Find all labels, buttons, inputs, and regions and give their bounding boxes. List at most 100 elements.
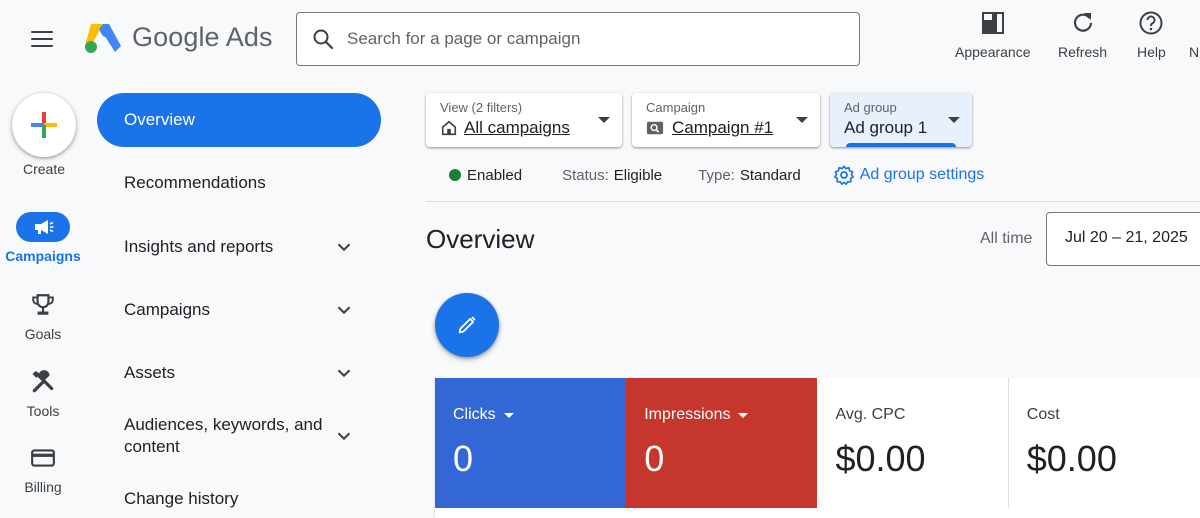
chevron-down-icon bbox=[337, 306, 351, 315]
rail-item-tools[interactable]: Tools bbox=[0, 367, 86, 419]
notifications-label: N bbox=[1189, 44, 1200, 60]
enabled-label: Enabled bbox=[467, 166, 523, 184]
metric-card-cost[interactable]: Cost $0.00 bbox=[1009, 378, 1200, 508]
sidebar-item-recommendations[interactable]: Recommendations bbox=[97, 172, 381, 194]
caret-down-icon[interactable] bbox=[503, 412, 514, 418]
status-label: Status: bbox=[562, 166, 609, 184]
type-value: Standard bbox=[739, 166, 801, 184]
metric-label: Avg. CPC bbox=[835, 406, 906, 423]
sidebar-item-overview[interactable]: Overview bbox=[97, 93, 381, 147]
rail-item-campaigns[interactable]: Campaigns bbox=[0, 212, 86, 264]
ad-group-filter-dropdown[interactable]: Ad group Ad group 1 bbox=[830, 93, 972, 147]
trophy-icon bbox=[32, 294, 54, 315]
sidebar-item-insights-and-reports[interactable]: Insights and reports bbox=[97, 235, 381, 259]
help-label: Help bbox=[1137, 44, 1166, 60]
type-label: Type: bbox=[698, 166, 735, 184]
date-range-picker[interactable]: Jul 20 – 21, 2025 bbox=[1046, 212, 1200, 266]
refresh-icon bbox=[1073, 13, 1092, 32]
menu-bar bbox=[31, 45, 53, 47]
sidebar-item-change-history[interactable]: Change history bbox=[97, 488, 381, 510]
enabled-status-dot bbox=[449, 169, 461, 181]
tools-icon bbox=[32, 370, 54, 393]
metric-card-clicks[interactable]: Clicks 0 bbox=[435, 378, 627, 508]
sidebar-item-label: Audiences, keywords, and content bbox=[124, 415, 323, 456]
sidebar-item-label: Change history bbox=[124, 489, 239, 508]
sidebar-item-label: Assets bbox=[124, 363, 176, 382]
rail-label-goals: Goals bbox=[24, 326, 62, 342]
sidebar-item-label: Recommendations bbox=[124, 173, 266, 192]
appearance-icon bbox=[981, 12, 1004, 34]
create-button[interactable] bbox=[12, 93, 76, 157]
date-range-label: All time bbox=[980, 230, 1033, 247]
campaign-filter-dropdown[interactable]: Campaign Campaign #1 bbox=[632, 93, 820, 147]
metric-value: $0.00 bbox=[835, 438, 926, 479]
rail-item-goals[interactable]: Goals bbox=[0, 290, 86, 342]
chevron-down-icon bbox=[337, 243, 351, 252]
appearance-label: Appearance bbox=[955, 44, 1031, 60]
sidebar-item-label: Insights and reports bbox=[124, 237, 274, 256]
ad-group-filter-caption: Ad group bbox=[844, 100, 897, 115]
metric-value: 0 bbox=[453, 438, 474, 479]
sidebar-item-assets[interactable]: Assets bbox=[97, 361, 381, 385]
caret-down-icon bbox=[948, 117, 960, 123]
rail-item-billing[interactable]: Billing bbox=[0, 443, 86, 495]
search-input[interactable] bbox=[347, 29, 827, 49]
caret-down-icon[interactable] bbox=[738, 412, 749, 418]
ad-group-settings-label: Ad group settings bbox=[859, 166, 985, 183]
help-button[interactable]: Help bbox=[1137, 10, 1166, 60]
pencil-icon bbox=[458, 316, 476, 334]
metric-card-avg-cpc[interactable]: Avg. CPC $0.00 bbox=[817, 378, 1009, 508]
view-filter-dropdown[interactable]: View (2 filters) All campaigns bbox=[426, 93, 622, 147]
ad-group-settings-link[interactable]: Ad group settings bbox=[833, 164, 985, 186]
main-menu-button[interactable] bbox=[28, 26, 56, 52]
rail-icon-container bbox=[16, 443, 70, 473]
search-box[interactable] bbox=[296, 12, 860, 66]
metric-label: Cost bbox=[1026, 406, 1060, 423]
selected-indicator bbox=[846, 143, 956, 147]
metrics-scorecards: Clicks 0 Impressions 0 Avg. CPC $0.00 Co… bbox=[435, 378, 1200, 518]
view-filter-caption: View (2 filters) bbox=[440, 100, 523, 115]
chevron-down-icon bbox=[337, 432, 351, 441]
sidebar-item-campaigns[interactable]: Campaigns bbox=[97, 298, 381, 322]
caret-down-icon bbox=[598, 117, 610, 123]
app-name: Google Ads bbox=[132, 21, 273, 52]
rail-icon-container bbox=[16, 212, 70, 242]
sidebar-item-label: Campaigns bbox=[124, 300, 210, 319]
menu-bar bbox=[31, 38, 53, 40]
refresh-label: Refresh bbox=[1058, 44, 1108, 60]
create-label: Create bbox=[22, 161, 66, 177]
edit-overview-button[interactable] bbox=[435, 293, 499, 357]
help-icon bbox=[1139, 11, 1163, 35]
caret-down-icon bbox=[796, 117, 808, 123]
appearance-button[interactable]: Appearance bbox=[955, 10, 1031, 60]
metric-value: $0.00 bbox=[1026, 438, 1117, 479]
rail-label-billing: Billing bbox=[24, 479, 62, 495]
ad-group-status-row: Enabled Status: Eligible Type: Standard … bbox=[449, 164, 984, 186]
campaign-filter-caption: Campaign bbox=[646, 100, 706, 115]
metric-value: 0 bbox=[644, 438, 665, 479]
chevron-down-icon bbox=[337, 369, 351, 378]
page-title: Overview bbox=[426, 224, 535, 254]
section-divider bbox=[426, 201, 1200, 202]
ad-group-filter-value: Ad group 1 bbox=[844, 118, 928, 137]
rail-label-campaigns: Campaigns bbox=[5, 248, 81, 264]
credit-card-icon bbox=[31, 449, 55, 467]
sidebar-item-label: Overview bbox=[124, 110, 195, 129]
rail-icon-container bbox=[16, 290, 70, 320]
gear-icon bbox=[833, 165, 854, 185]
view-filter-value: All campaigns bbox=[464, 118, 570, 137]
megaphone-icon bbox=[35, 220, 54, 234]
metric-label: Clicks bbox=[453, 406, 496, 423]
plus-icon bbox=[31, 112, 57, 138]
search-icon bbox=[313, 29, 334, 50]
google-ads-logo[interactable]: Google Ads bbox=[84, 20, 273, 54]
metric-label: Impressions bbox=[644, 406, 731, 423]
refresh-button[interactable]: Refresh bbox=[1058, 10, 1107, 60]
notifications-button[interactable]: N bbox=[1189, 10, 1200, 60]
metric-card-impressions[interactable]: Impressions 0 bbox=[626, 378, 818, 508]
search-campaign-icon bbox=[646, 121, 664, 135]
google-ads-logo-icon bbox=[85, 24, 121, 53]
campaign-filter-value: Campaign #1 bbox=[672, 118, 774, 137]
rail-icon-container bbox=[16, 367, 70, 397]
sidebar-item-audiences-keywords-content[interactable]: Audiences, keywords, and content bbox=[97, 412, 381, 460]
